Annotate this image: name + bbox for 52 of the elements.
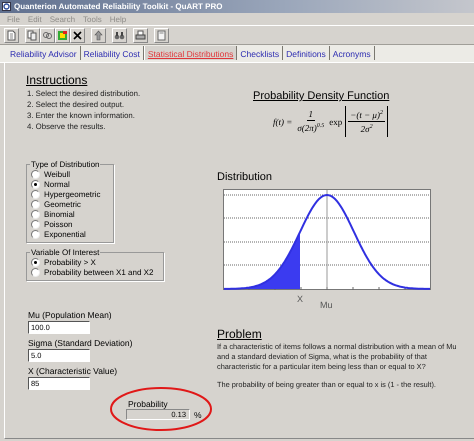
binoculars-icon xyxy=(114,30,125,40)
radio-button[interactable] xyxy=(31,180,40,188)
section-heading: Probability Density Function xyxy=(253,90,390,102)
toolbar-button[interactable] xyxy=(112,28,127,42)
copy-page-icon xyxy=(27,30,38,40)
unit-label: % xyxy=(194,410,202,420)
tab[interactable]: Acronyms xyxy=(330,46,375,60)
window-title: Quanterion Automated Reliability Toolkit - QuART PRO xyxy=(14,2,222,11)
radio-button[interactable] xyxy=(31,170,40,178)
radio-label[interactable]: Exponential xyxy=(44,230,86,238)
axis-label: X xyxy=(297,294,304,304)
radio-label[interactable]: Weibull xyxy=(44,170,70,178)
section-heading: Instructions xyxy=(26,73,88,87)
tab[interactable]: Definitions xyxy=(283,46,330,60)
group-legend: Variable Of Interest xyxy=(30,248,100,257)
toolbar-button[interactable] xyxy=(133,28,148,42)
radio-label[interactable]: Probability > X xyxy=(44,258,96,266)
field-label: X (Characteristic Value) xyxy=(28,366,118,376)
radio-label[interactable]: Binomial xyxy=(44,210,75,218)
chart-title: Distribution xyxy=(217,171,274,183)
print-icon xyxy=(135,30,146,40)
toolbar-button[interactable] xyxy=(25,28,40,42)
app-icon xyxy=(2,2,11,11)
palette-icon xyxy=(57,30,68,40)
radio-button[interactable] xyxy=(31,190,40,198)
radio-button[interactable] xyxy=(31,220,40,228)
radio-button[interactable] xyxy=(31,210,40,218)
field-label: Mu (Population Mean) xyxy=(28,310,113,320)
toolbar-button[interactable] xyxy=(4,28,19,42)
new-page-icon xyxy=(6,30,17,40)
radio-button[interactable] xyxy=(31,268,40,276)
radio-label[interactable]: Geometric xyxy=(44,200,81,208)
radio-button[interactable] xyxy=(31,230,40,238)
radio-label[interactable]: Normal xyxy=(44,180,70,188)
document-icon xyxy=(156,30,167,40)
tab[interactable]: Reliability Advisor xyxy=(7,46,81,60)
toolbar-button[interactable] xyxy=(91,28,106,42)
radio-label[interactable]: Hypergeometric xyxy=(44,190,100,198)
upload-icon xyxy=(93,30,104,40)
toolbar-button[interactable] xyxy=(70,28,85,42)
group-legend: Type of Distribution xyxy=(30,160,100,169)
section-heading: Problem xyxy=(217,327,263,341)
tab[interactable]: Checklists xyxy=(237,46,284,60)
radio-button[interactable] xyxy=(31,258,40,266)
result-label: Probability xyxy=(128,399,169,409)
radio-label[interactable]: Probability between X1 and X2 xyxy=(44,268,154,276)
delete-icon xyxy=(72,30,83,40)
axis-label: Mu xyxy=(320,300,333,310)
radio-button[interactable] xyxy=(31,200,40,208)
radio-label[interactable]: Poisson xyxy=(44,220,72,228)
field-label: Sigma (Standard Deviation) xyxy=(28,338,134,348)
link-icon xyxy=(42,30,53,40)
